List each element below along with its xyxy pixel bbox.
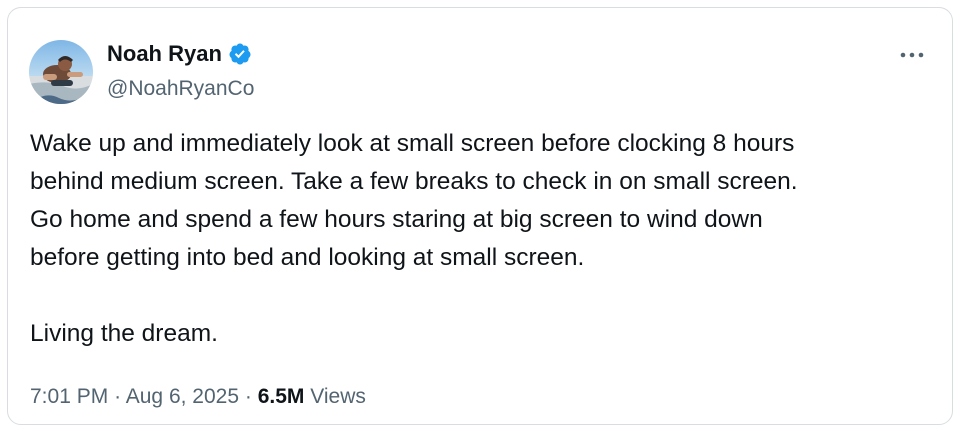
meta-separator: · [244, 385, 252, 408]
profile-photo [29, 40, 93, 104]
tweet-date: Aug 6, 2025 [125, 385, 240, 408]
tweet-line: Wake up and immediately look at small sc… [30, 130, 795, 157]
meta-separator: · [114, 385, 122, 408]
author-display-name[interactable]: Noah Ryan [107, 41, 222, 67]
avatar[interactable] [29, 40, 93, 104]
author-name-row: Noah Ryan [107, 41, 252, 67]
more-horizontal-icon [900, 52, 924, 58]
views-count: 6.5M [257, 385, 305, 408]
tweet-line: behind medium screen. Take a few breaks … [30, 168, 798, 195]
tweet-timestamp-link[interactable]: 7:01 PM · Aug 6, 2025 [30, 385, 239, 408]
tweet-line: Go home and spend a few hours staring at… [30, 206, 763, 233]
verified-badge-icon [228, 42, 252, 66]
tweet-line: Living the dream. [30, 320, 218, 347]
tweet-text: Wake up and immediately look at small sc… [30, 125, 930, 353]
tweet-time: 7:01 PM [30, 385, 109, 408]
tweet-line: before getting into bed and looking at s… [30, 244, 585, 271]
views-label: Views [310, 385, 366, 408]
more-options-button[interactable] [897, 46, 927, 64]
tweet-meta: 7:01 PM · Aug 6, 2025 · 6.5M Views [30, 383, 366, 411]
views-link[interactable]: 6.5M Views [258, 385, 366, 408]
author-handle[interactable]: @NoahRyanCo [107, 76, 254, 102]
